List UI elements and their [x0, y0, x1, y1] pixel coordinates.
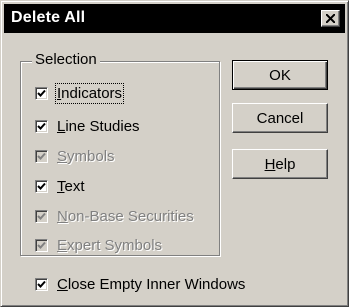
help-button[interactable]: Help — [232, 149, 328, 179]
checkbox-label-expert-symbols: Expert Symbols — [57, 236, 163, 254]
checkbox-box-disabled — [35, 149, 48, 163]
close-button[interactable] — [321, 10, 340, 27]
title-bar[interactable]: Delete All — [4, 4, 345, 33]
checkmark-icon — [37, 152, 46, 160]
checkmark-icon — [37, 89, 46, 97]
checkbox-expert-symbols: Expert Symbols — [35, 235, 162, 255]
checkbox-box[interactable] — [35, 86, 48, 100]
checkbox-non-base-securities: Non-Base Securities — [35, 206, 194, 226]
checkmark-icon — [37, 280, 46, 288]
dialog-title: Delete All — [11, 9, 86, 26]
cancel-button[interactable]: Cancel — [232, 103, 328, 133]
checkbox-line-studies[interactable]: Line Studies — [35, 116, 140, 136]
checkmark-icon — [37, 241, 46, 249]
checkbox-box-disabled — [35, 209, 48, 223]
checkmark-icon — [37, 122, 46, 130]
checkbox-label-text: Text — [57, 177, 85, 195]
checkbox-indicators[interactable]: Indicators — [35, 82, 125, 104]
delete-all-dialog: Delete All Selection Indicators Line Stu… — [0, 0, 349, 307]
ok-button-label: OK — [269, 66, 291, 84]
checkbox-box-disabled — [35, 238, 48, 252]
checkbox-box[interactable] — [35, 277, 48, 291]
checkmark-icon — [37, 212, 46, 220]
checkbox-symbols: Symbols — [35, 146, 115, 166]
checkbox-label-symbols: Symbols — [57, 147, 115, 165]
checkbox-close-empty-inner-windows[interactable]: Close Empty Inner Windows — [35, 274, 245, 294]
checkbox-label-indicators: Indicators — [54, 82, 125, 104]
close-icon — [326, 14, 335, 23]
checkmark-icon — [37, 182, 46, 190]
help-button-label: Help — [264, 155, 296, 173]
checkbox-label-close-empty-inner-windows: Close Empty Inner Windows — [57, 275, 246, 293]
cancel-button-label: Cancel — [256, 109, 304, 127]
selection-group-label: Selection — [32, 51, 100, 68]
checkbox-box[interactable] — [35, 119, 48, 133]
checkbox-box[interactable] — [35, 179, 48, 193]
checkbox-label-non-base-securities: Non-Base Securities — [57, 207, 194, 225]
checkbox-label-line-studies: Line Studies — [57, 117, 140, 135]
ok-button[interactable]: OK — [232, 60, 328, 90]
checkbox-text[interactable]: Text — [35, 176, 85, 196]
